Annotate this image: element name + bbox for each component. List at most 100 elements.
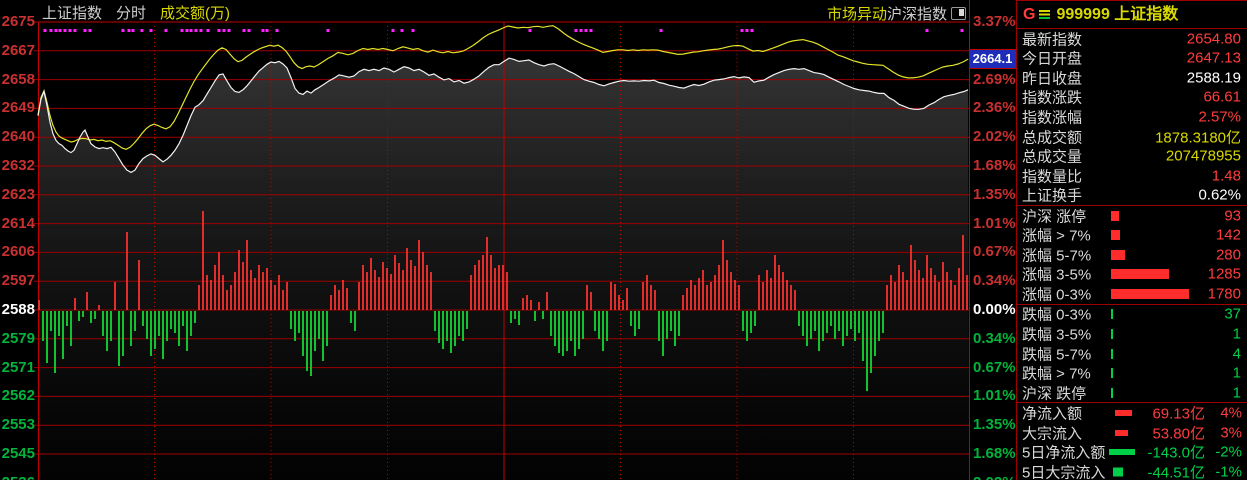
- percent-axis-label: 2.69%: [973, 71, 1016, 89]
- volume-bar-down: [838, 311, 840, 331]
- flow-amount: -44.51亿: [1147, 461, 1205, 480]
- panel-row: 昨日收盘2588.19: [1017, 68, 1247, 88]
- volume-bar-up: [770, 278, 772, 310]
- volume-bar-down: [134, 311, 136, 331]
- volume-bar-up: [422, 252, 424, 310]
- price-axis-label: 2588: [0, 301, 35, 319]
- volume-bar-down: [122, 311, 124, 356]
- volume-bar-up: [646, 275, 648, 310]
- volume-bar-up: [506, 272, 508, 310]
- price-axis-label: 2571: [0, 359, 35, 377]
- volume-bar-down: [142, 311, 144, 326]
- flow-label: 大宗流入: [1022, 422, 1082, 443]
- volume-bar-down: [78, 311, 80, 321]
- breadth-bar-down: [1111, 388, 1113, 398]
- breadth-bar-up: [1111, 250, 1125, 260]
- volume-bar-up: [890, 275, 892, 310]
- volume-bar-down: [186, 311, 188, 351]
- hs-index-label: 沪深指数: [887, 6, 947, 23]
- volume-bar-down: [158, 311, 160, 336]
- intraday-chart-region: 上证指数分时成交额(万) 市场异动沪深指数 267526672658264926…: [0, 0, 1016, 480]
- volume-bar-down: [630, 311, 632, 326]
- stat-label: 上证换手: [1022, 185, 1082, 206]
- volume-bar-up: [726, 260, 728, 310]
- panel-row: 跌幅 0-3%37: [1017, 305, 1247, 325]
- volume-bar-up: [642, 282, 644, 310]
- volume-bar-down: [66, 311, 68, 326]
- price-axis-label: 2606: [0, 243, 35, 261]
- volume-bar-down: [174, 311, 176, 333]
- volume-bar-down: [462, 311, 464, 341]
- anomaly-dot: [74, 29, 77, 32]
- panel-row: 跌幅 3-5%1: [1017, 324, 1247, 344]
- flow-label: 净流入额: [1022, 403, 1082, 424]
- panel-row: 大宗流入53.80亿3%: [1017, 423, 1247, 443]
- index-title: 上证指数: [1114, 6, 1178, 23]
- percent-axis-label: 0.34%: [973, 330, 1016, 348]
- market-anomaly-toggle[interactable]: 市场异动沪深指数: [827, 3, 966, 24]
- stat-value: 1878.3180亿: [1155, 126, 1241, 147]
- breadth-label: 涨幅 5-7%: [1022, 244, 1091, 265]
- volume-bar-down: [818, 311, 820, 351]
- volume-mode-label[interactable]: 成交额(万): [160, 5, 230, 22]
- volume-bar-up: [198, 285, 200, 310]
- volume-bar-down: [162, 311, 164, 359]
- volume-bar-up: [358, 282, 360, 310]
- volume-bar-up: [738, 285, 740, 310]
- market-anomaly-label: 市场异动: [827, 6, 887, 23]
- breadth-label: 沪深 涨停: [1022, 205, 1086, 226]
- volume-bar-up: [426, 265, 428, 310]
- volume-bar-down: [154, 311, 156, 349]
- breadth-bar-down: [1111, 309, 1113, 319]
- volume-bar-down: [518, 311, 520, 325]
- volume-bar-up: [38, 300, 40, 310]
- quote-stats-section: 最新指数2654.80今日开盘2647.13昨日收盘2588.19指数涨跌66.…: [1017, 29, 1247, 206]
- volume-bar-up: [374, 270, 376, 310]
- panel-row: 涨幅 3-5%1285: [1017, 265, 1247, 285]
- anomaly-dot: [926, 29, 929, 32]
- anomaly-dot: [89, 29, 92, 32]
- volume-bar-up: [930, 268, 932, 310]
- volume-bar-up: [494, 268, 496, 310]
- anomaly-dot: [961, 29, 964, 32]
- volume-bar-down: [866, 311, 868, 391]
- percent-axis-label: 1.01%: [973, 215, 1016, 233]
- volume-bar-down: [874, 311, 876, 356]
- percent-axis-label: 1.35%: [973, 186, 1016, 204]
- volume-bar-up: [966, 275, 968, 310]
- volume-bar-down: [466, 311, 468, 329]
- panel-row: 净流入额 69.13亿 4%: [1017, 403, 1247, 423]
- anomaly-dot: [141, 29, 144, 32]
- volume-bar-up: [622, 300, 624, 310]
- menu-icon[interactable]: [1039, 10, 1050, 19]
- flow-label: 5日大宗流入: [1022, 461, 1105, 480]
- chart-mode-label[interactable]: 分时: [116, 5, 146, 22]
- anomaly-dot: [751, 29, 754, 32]
- volume-bar-up: [682, 295, 684, 310]
- volume-bar-down: [606, 311, 608, 341]
- volume-bar-up: [262, 272, 264, 310]
- price-axis-label: 2553: [0, 416, 35, 434]
- breadth-value: 280: [1216, 246, 1241, 263]
- breadth-value: 1: [1233, 365, 1241, 382]
- volume-bar-down: [578, 311, 580, 349]
- breadth-label: 跌幅 > 7%: [1022, 363, 1091, 384]
- volume-bar-down: [118, 311, 120, 366]
- volume-bar-up: [530, 300, 532, 310]
- money-flow-section: 净流入额69.13亿4%大宗流入53.80亿3%5日净流入额-143.0亿-2%…: [1017, 403, 1247, 480]
- quote-panel-header[interactable]: G999999 上证指数: [1017, 1, 1247, 29]
- panel-toggle-icon[interactable]: [951, 7, 966, 20]
- flow-percent: 4%: [1220, 405, 1242, 422]
- volume-bar-up: [254, 278, 256, 310]
- volume-bar-up: [938, 282, 940, 310]
- flow-amount: 69.13亿: [1152, 403, 1205, 424]
- anomaly-dot: [132, 29, 135, 32]
- flow-bar: [1115, 410, 1132, 416]
- panel-row: 涨幅 > 7%142: [1017, 225, 1247, 245]
- volume-bar-down: [130, 311, 132, 346]
- price-axis-label: 2658: [0, 71, 35, 89]
- chart-title-bar: 上证指数分时成交额(万): [42, 2, 230, 23]
- volume-bar-down: [166, 311, 168, 341]
- volume-bar-down: [178, 311, 180, 346]
- price-axis-label: 2649: [0, 99, 35, 117]
